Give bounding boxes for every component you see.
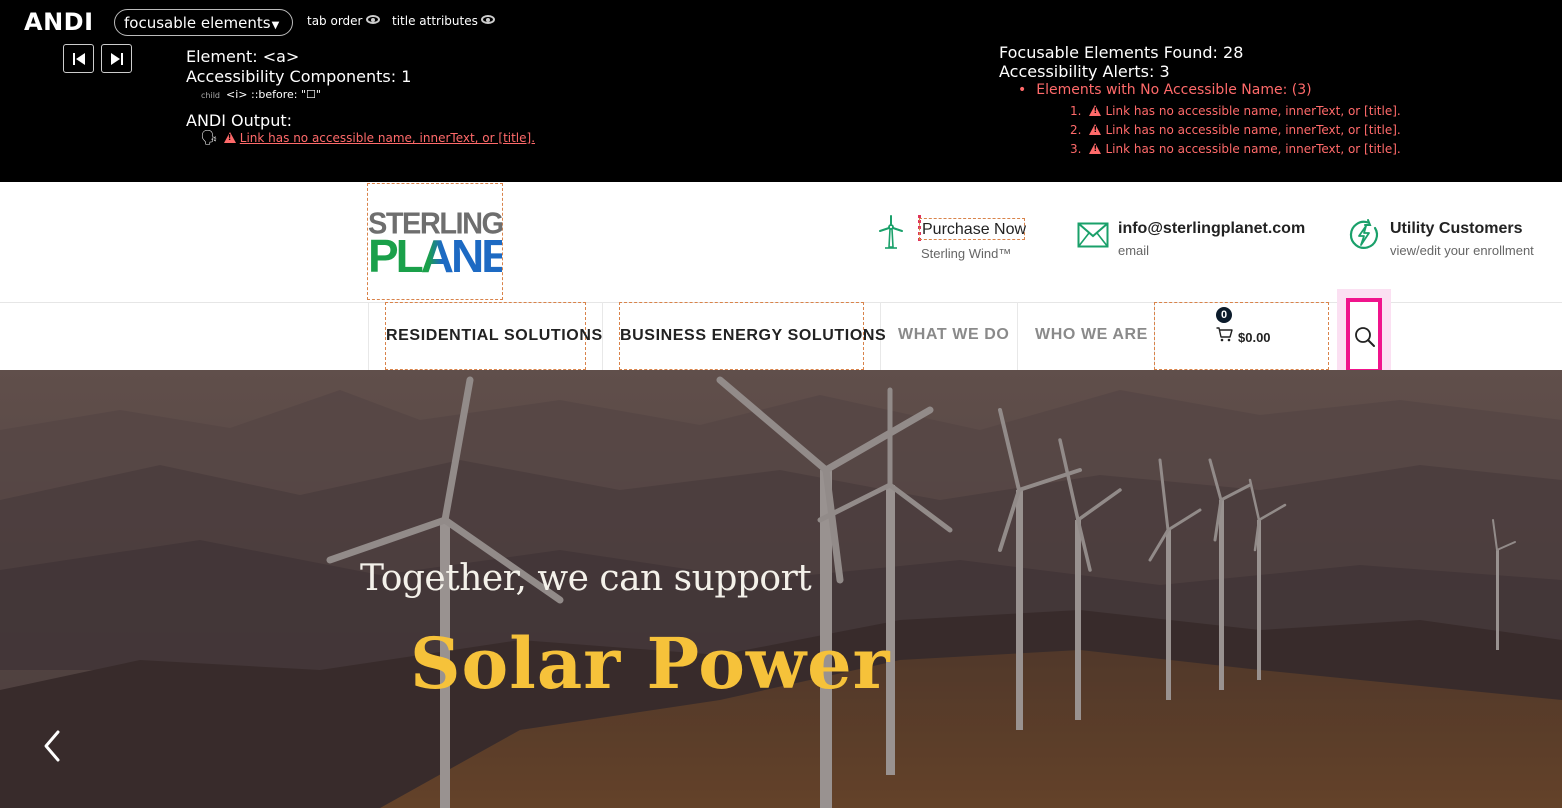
hero-subheading: Together, we can support [360, 558, 812, 599]
nav-divider [368, 302, 369, 370]
logo-line-1: STERLING [368, 207, 504, 241]
alert-item[interactable]: 2. Link has no accessible name, innerText… [1070, 123, 1401, 137]
email-link[interactable]: info@sterlingplanet.com [1118, 220, 1305, 238]
alert-text: Link has no accessible name, innerText, … [1105, 123, 1401, 137]
alert-text: Link has no accessible name, innerText, … [1105, 142, 1401, 156]
site-logo-link[interactable]: STERLING PLANET [367, 183, 537, 300]
andi-child-text: <i> ::before: "☐" [226, 88, 321, 101]
andi-child-label: child [201, 91, 220, 100]
focusable-found-line: Focusable Elements Found: 28 [999, 43, 1244, 62]
alert-number: 3. [1070, 142, 1082, 156]
andi-output-heading: ANDI Output: [186, 111, 293, 130]
search-button[interactable] [1346, 298, 1382, 373]
alerts-group-heading[interactable]: Elements with No Accessible Name: (3) [1018, 82, 1311, 98]
andi-logo: ANDI [24, 8, 94, 36]
cart-total: $0.00 [1238, 330, 1271, 345]
search-icon [1355, 327, 1375, 347]
warning-icon [1089, 143, 1102, 154]
speaker-icon: 🗣 [200, 130, 218, 146]
andi-toolbar: ANDI focusable elements▼ tab order title… [0, 0, 1562, 182]
next-element-button[interactable] [101, 44, 132, 73]
eye-icon [480, 15, 495, 24]
alerts-count-line: Accessibility Alerts: 3 [999, 62, 1170, 81]
skip-next-icon [111, 53, 123, 65]
alert-item[interactable]: 1. Link has no accessible name, innerText… [1070, 104, 1401, 118]
cart-link[interactable]: 0 $0.00 [1154, 302, 1329, 370]
nav-residential-solutions[interactable]: RESIDENTIAL SOLUTIONS [385, 302, 602, 370]
utility-customers-link[interactable]: Utility Customers [1390, 220, 1522, 238]
logo-line-2: PLANET [368, 230, 537, 282]
tab-order-toggle[interactable]: tab order [307, 14, 380, 28]
andi-components-line: Accessibility Components: 1 [186, 67, 412, 86]
alert-number: 2. [1070, 123, 1082, 137]
andi-mode-dropdown[interactable]: focusable elements▼ [114, 9, 293, 36]
purchase-subtitle: Sterling Wind™ [921, 246, 1012, 261]
warning-icon [1089, 105, 1102, 116]
wind-turbine-icon [879, 215, 903, 249]
chevron-left-icon[interactable] [38, 728, 66, 764]
chevron-down-icon: ▼ [271, 20, 280, 31]
title-attributes-toggle[interactable]: title attributes [392, 14, 495, 28]
utility-subtitle: view/edit your enrollment [1390, 243, 1534, 258]
nav-who-we-are[interactable]: WHO WE ARE [1035, 302, 1148, 370]
purchase-now-link[interactable]: Purchase Now [919, 218, 1026, 240]
eye-icon [365, 15, 380, 24]
sterling-planet-logo: STERLING PLANET [368, 207, 537, 282]
skip-previous-icon [73, 53, 85, 65]
andi-element-line: Element: <a> [186, 47, 300, 66]
andi-mode-label: focusable elements [124, 14, 271, 32]
warning-icon [223, 132, 236, 143]
previous-element-button[interactable] [63, 44, 94, 73]
hero-heading: Solar Power [410, 622, 891, 705]
title-attributes-label: title attributes [392, 14, 478, 28]
power-bolt-icon [1349, 219, 1378, 249]
email-subtitle: email [1118, 243, 1150, 258]
nav-business-energy-solutions[interactable]: BUSINESS ENERGY SOLUTIONS [619, 302, 886, 370]
alert-item[interactable]: 3. Link has no accessible name, innerText… [1070, 142, 1401, 156]
alert-number: 1. [1070, 104, 1082, 118]
andi-output-alert-link[interactable]: Link has no accessible name, innerText, … [240, 131, 535, 145]
nav-divider [1017, 302, 1018, 370]
nav-what-we-do[interactable]: WHAT WE DO [898, 302, 1009, 370]
cart-count-badge: 0 [1216, 307, 1232, 323]
warning-icon [1089, 124, 1102, 135]
envelope-icon [1077, 222, 1109, 248]
tab-order-label: tab order [307, 14, 363, 28]
andi-child-component: child <i> ::before: "☐" [201, 88, 321, 101]
shopping-cart-icon [1216, 327, 1233, 342]
alert-text: Link has no accessible name, innerText, … [1105, 104, 1401, 118]
andi-output: 🗣 Link has no accessible name, innerText,… [200, 130, 535, 146]
hero-slider: Together, we can support Solar Power [0, 370, 1562, 808]
